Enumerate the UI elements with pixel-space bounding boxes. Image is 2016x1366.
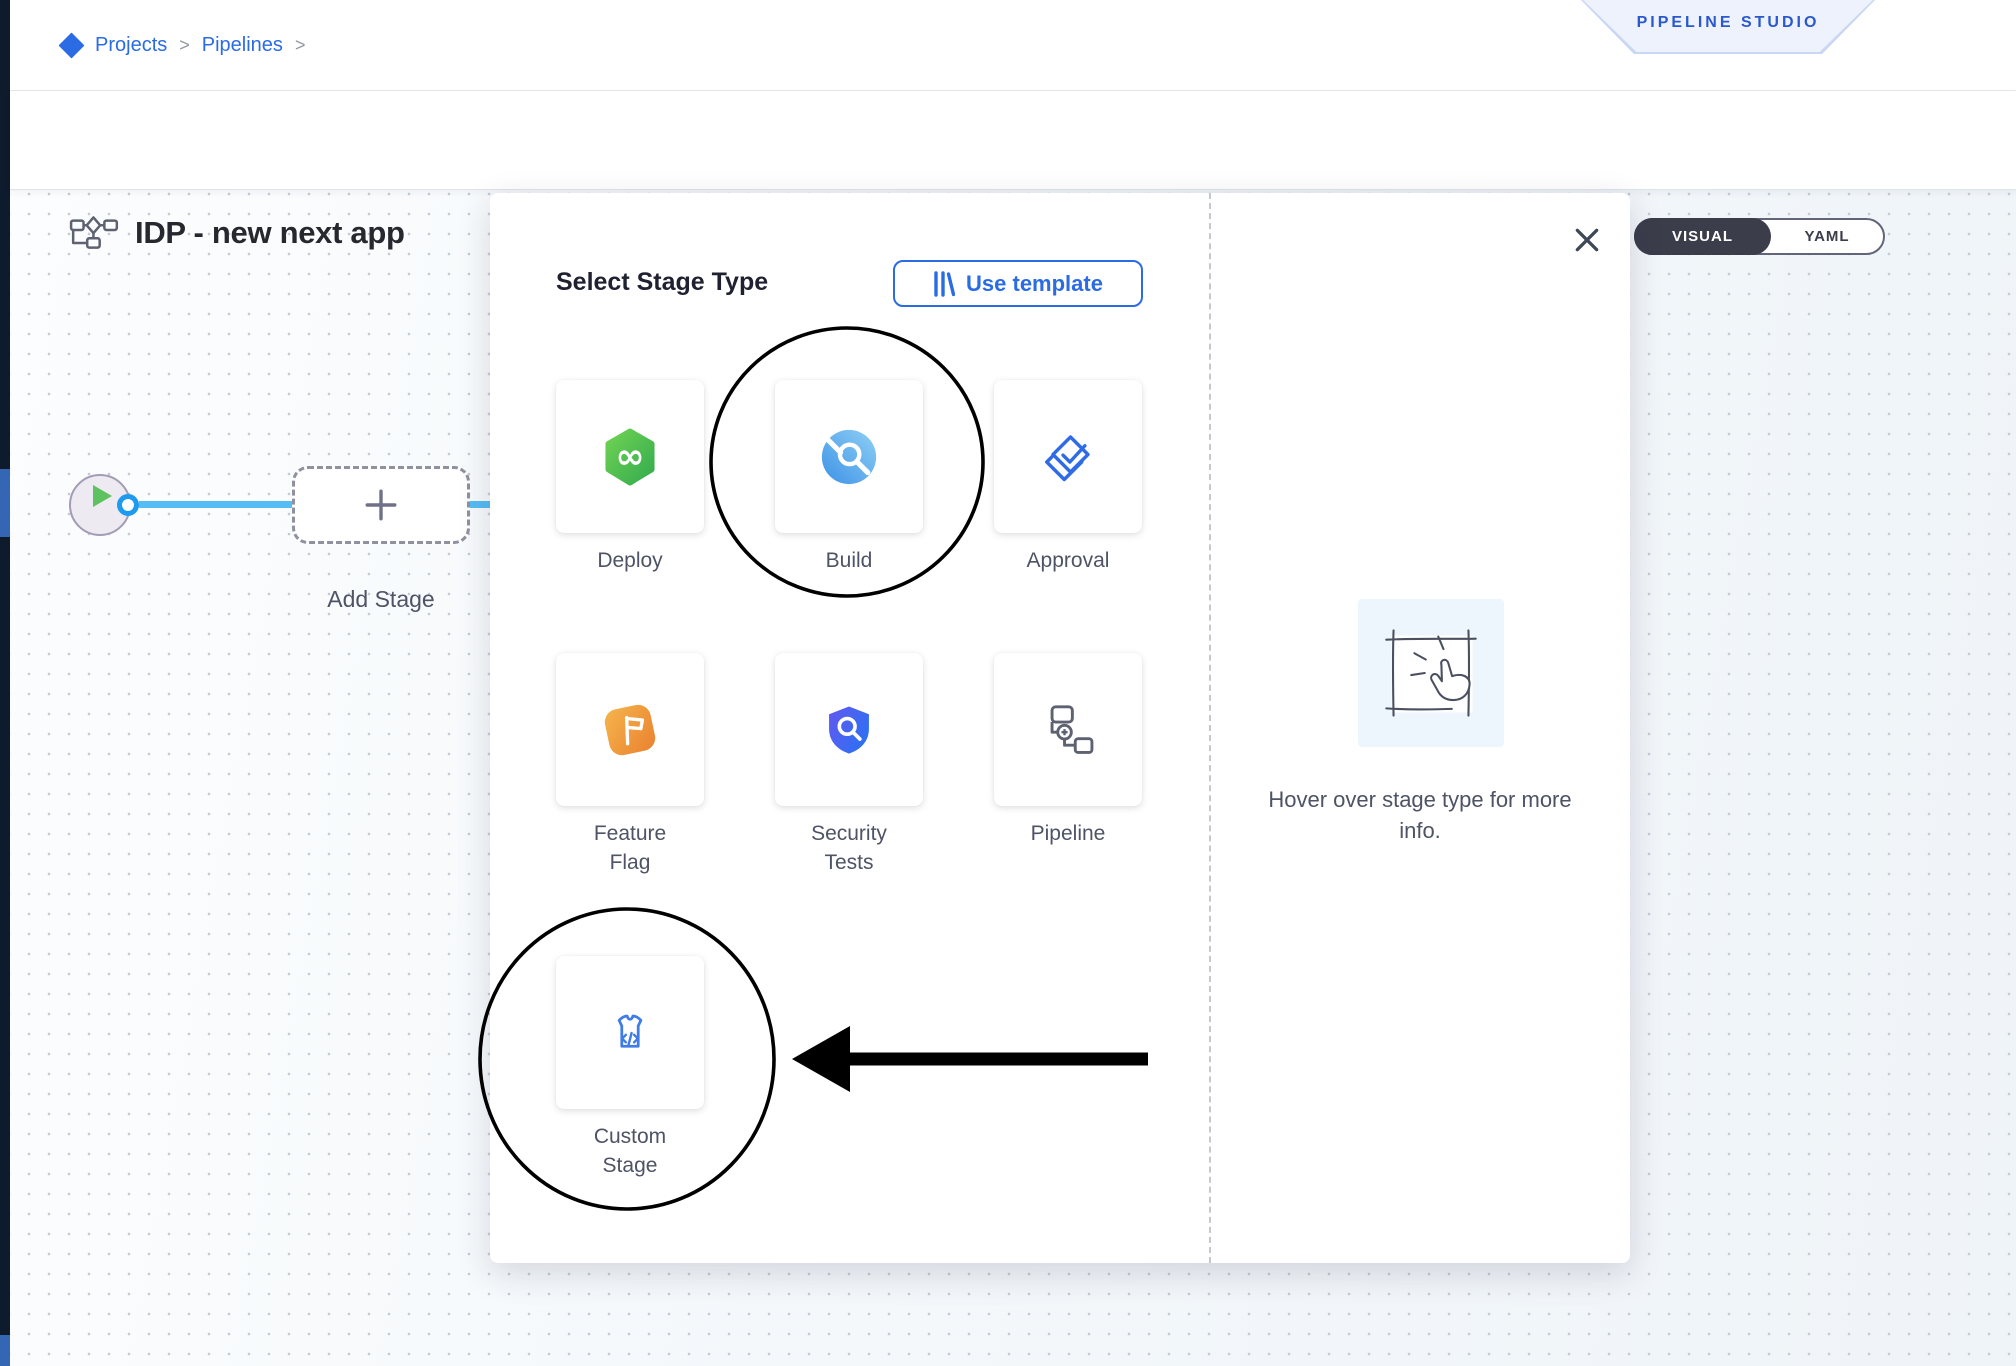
breadcrumb-link-projects[interactable]: Projects bbox=[95, 34, 167, 57]
stage-label: Approval bbox=[1027, 546, 1110, 575]
stage-card-security-tests[interactable] bbox=[775, 653, 923, 806]
stage-info-panel: Hover over stage type for more info. bbox=[1210, 193, 1630, 1263]
stage-cell-build: Build bbox=[775, 380, 923, 575]
stage-row-1: ∞ Deploy Build bbox=[556, 380, 1142, 575]
stage-cell-pipeline: Pipeline bbox=[994, 653, 1142, 877]
pipeline-studio-badge: PIPELINE STUDIO bbox=[1581, 0, 1875, 54]
stage-cell-feature-flag: Feature Flag bbox=[556, 653, 704, 877]
svg-text:∞: ∞ bbox=[615, 436, 644, 476]
library-icon bbox=[933, 271, 955, 297]
add-stage-label: Add Stage bbox=[292, 586, 470, 613]
stage-label: Security Tests bbox=[793, 819, 905, 877]
collapsed-sidebar[interactable] bbox=[0, 0, 10, 1366]
stage-cell-security-tests: Security Tests bbox=[775, 653, 923, 877]
use-template-button[interactable]: Use template bbox=[893, 260, 1143, 307]
stage-cell-custom-stage: Custom Stage bbox=[556, 956, 704, 1180]
stage-label: Feature Flag bbox=[574, 819, 686, 877]
modal-title: Select Stage Type bbox=[556, 268, 768, 297]
connector-handle[interactable] bbox=[117, 494, 139, 516]
stage-info-hint: Hover over stage type for more info. bbox=[1240, 784, 1600, 846]
breadcrumb: Projects > Pipelines > bbox=[58, 0, 307, 91]
stage-card-pipeline[interactable] bbox=[994, 653, 1142, 806]
stage-label: Pipeline bbox=[1031, 819, 1106, 848]
stage-label: Custom Stage bbox=[574, 1122, 686, 1180]
add-stage-button[interactable] bbox=[292, 466, 470, 544]
play-icon bbox=[93, 485, 112, 507]
toggle-yaml[interactable]: YAML bbox=[1771, 220, 1883, 253]
deploy-cd-icon: ∞ bbox=[599, 426, 661, 488]
select-stage-modal: Select Stage Type Use template ∞ Deploy bbox=[490, 193, 1630, 1263]
approval-icon bbox=[1038, 427, 1098, 487]
stage-card-build[interactable] bbox=[775, 380, 923, 533]
stage-card-feature-flag[interactable] bbox=[556, 653, 704, 806]
sidebar-active-segment bbox=[0, 469, 10, 537]
plus-icon bbox=[363, 487, 399, 523]
sidebar-bottom-segment bbox=[0, 1335, 10, 1366]
stage-cell-approval: Approval bbox=[994, 380, 1142, 575]
harness-logo-icon bbox=[58, 32, 85, 59]
use-template-label: Use template bbox=[966, 271, 1103, 297]
chevron-right-icon: > bbox=[293, 35, 308, 56]
stage-label: Deploy bbox=[597, 546, 662, 575]
stage-cell-deploy: ∞ Deploy bbox=[556, 380, 704, 575]
top-bar: Projects > Pipelines > PIPELINE STUDIO bbox=[10, 0, 2016, 91]
custom-stage-icon bbox=[601, 1004, 659, 1062]
stage-row-3: Custom Stage bbox=[556, 956, 1142, 1180]
build-ci-icon bbox=[818, 426, 880, 488]
chevron-right-icon: > bbox=[177, 35, 192, 56]
pipeline-studio-badge-label: PIPELINE STUDIO bbox=[1637, 14, 1820, 32]
breadcrumb-link-pipelines[interactable]: Pipelines bbox=[202, 34, 283, 57]
stage-card-custom-stage[interactable] bbox=[556, 956, 704, 1109]
stage-label: Build bbox=[826, 546, 873, 575]
connector-line bbox=[470, 501, 490, 508]
stage-row-2: Feature Flag Security Tests bbox=[556, 653, 1142, 877]
visual-yaml-toggle: VISUAL YAML bbox=[1634, 218, 1885, 255]
feature-flag-icon bbox=[599, 699, 661, 761]
chained-pipeline-icon bbox=[1039, 702, 1097, 758]
stage-card-approval[interactable] bbox=[994, 380, 1142, 533]
pipeline-studio-app: Projects > Pipelines > PIPELINE STUDIO I… bbox=[0, 0, 2016, 1366]
close-icon bbox=[1573, 226, 1601, 254]
connector-line bbox=[139, 501, 292, 508]
pipeline-header: IDP - new next app VISUAL YAML bbox=[10, 91, 2016, 190]
security-shield-icon bbox=[820, 701, 878, 759]
toggle-visual[interactable]: VISUAL bbox=[1634, 218, 1771, 255]
close-modal-button[interactable] bbox=[1570, 223, 1604, 257]
click-hand-sketch-icon bbox=[1358, 599, 1504, 747]
stage-card-deploy[interactable]: ∞ bbox=[556, 380, 704, 533]
pipeline-title: IDP - new next app bbox=[135, 215, 405, 251]
pipeline-graph-icon bbox=[69, 213, 121, 255]
